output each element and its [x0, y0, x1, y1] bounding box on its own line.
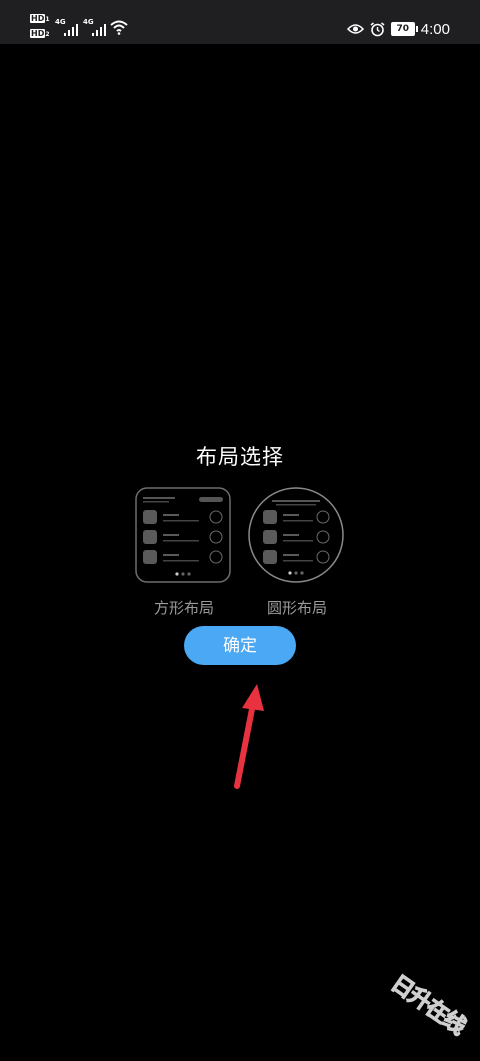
status-right: 70 4:00: [346, 18, 450, 40]
sim2-badge: HD2: [30, 29, 50, 38]
sim1-badge: HD1: [30, 14, 50, 23]
watermark-logo: 日升在线: [386, 970, 472, 1041]
square-layout-option[interactable]: 方形布局: [135, 487, 233, 617]
confirm-button[interactable]: 确定: [184, 626, 296, 665]
round-layout-option[interactable]: 圆形布局: [248, 487, 346, 617]
square-layout-preview: [135, 487, 231, 583]
clock: 4:00: [420, 20, 450, 38]
wifi-icon: [110, 20, 128, 35]
alarm-icon: [370, 21, 385, 36]
layout-selection-title: 布局选择: [196, 445, 284, 469]
square-layout-label: 方形布局: [153, 599, 214, 617]
battery-indicator: 70: [390, 22, 418, 36]
signal-icon: [92, 24, 106, 36]
status-bar: HD1 HD2 4G 4G 70 4:00: [0, 0, 480, 44]
eye-icon: [346, 24, 364, 34]
round-layout-label: 圆形布局: [266, 599, 327, 617]
round-layout-preview: [248, 487, 344, 583]
svg-text:日升在线: 日升在线: [386, 970, 471, 1040]
annotation-arrow-icon: [234, 684, 264, 789]
signal-icon: [64, 24, 78, 36]
